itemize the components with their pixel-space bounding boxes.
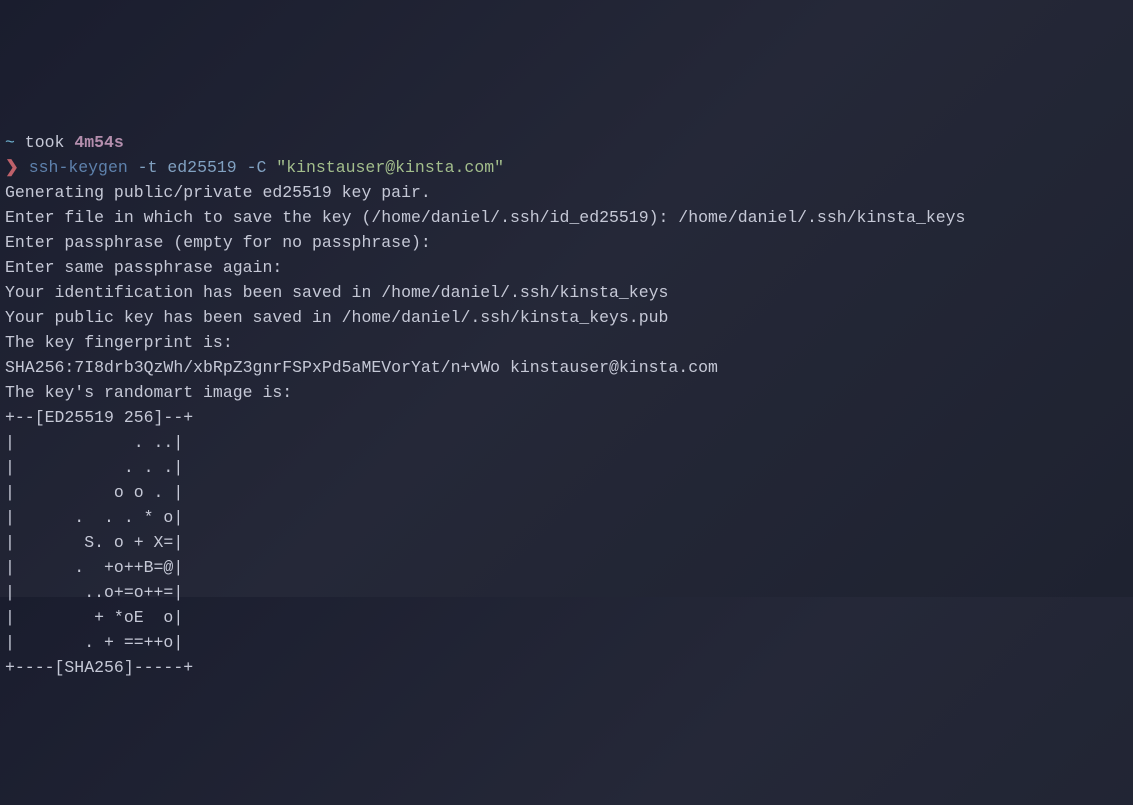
- arg-ed25519: ed25519: [167, 158, 236, 177]
- randomart-line: | . . .|: [5, 458, 183, 477]
- output-line: The key fingerprint is:: [5, 333, 233, 352]
- prompt-arrow-icon: ❯: [5, 158, 29, 177]
- randomart-line: | . ..|: [5, 433, 183, 452]
- randomart-line: +--[ED25519 256]--+: [5, 408, 193, 427]
- output-fingerprint: SHA256:7I8drb3QzWh/xbRpZ3gnrFSPxPd5aMEVo…: [5, 358, 718, 377]
- output-line: Enter file in which to save the key (/ho…: [5, 208, 965, 227]
- output-line: Enter passphrase (empty for no passphras…: [5, 233, 431, 252]
- randomart-line: | + *oE o|: [5, 608, 183, 627]
- randomart-line: | . +o++B=@|: [5, 558, 183, 577]
- prompt-line-1: ~ took 4m54s: [5, 133, 124, 152]
- took-label: took: [15, 133, 74, 152]
- randomart-line: | S. o + X=|: [5, 533, 183, 552]
- randomart-line: +----[SHA256]-----+: [5, 658, 193, 677]
- home-indicator: ~: [5, 133, 15, 152]
- terminal-output[interactable]: ~ took 4m54s ❯ ssh-keygen -t ed25519 -C …: [5, 105, 1128, 680]
- output-line: Your identification has been saved in /h…: [5, 283, 668, 302]
- output-line: The key's randomart image is:: [5, 383, 292, 402]
- arg-comment: "kinstauser@kinsta.com": [276, 158, 504, 177]
- command-line: ❯ ssh-keygen -t ed25519 -C "kinstauser@k…: [5, 158, 504, 177]
- output-line: Enter same passphrase again:: [5, 258, 282, 277]
- command-name: ssh-keygen: [29, 158, 128, 177]
- output-line: Your public key has been saved in /home/…: [5, 308, 668, 327]
- randomart-line: | o o . |: [5, 483, 183, 502]
- output-line: Generating public/private ed25519 key pa…: [5, 183, 431, 202]
- randomart-line: | ..o+=o++=|: [5, 583, 183, 602]
- flag-c: -C: [237, 158, 277, 177]
- randomart-line: | . + ==++o|: [5, 633, 183, 652]
- flag-t: -t: [128, 158, 168, 177]
- duration-value: 4m54s: [74, 133, 124, 152]
- randomart-line: | . . . * o|: [5, 508, 183, 527]
